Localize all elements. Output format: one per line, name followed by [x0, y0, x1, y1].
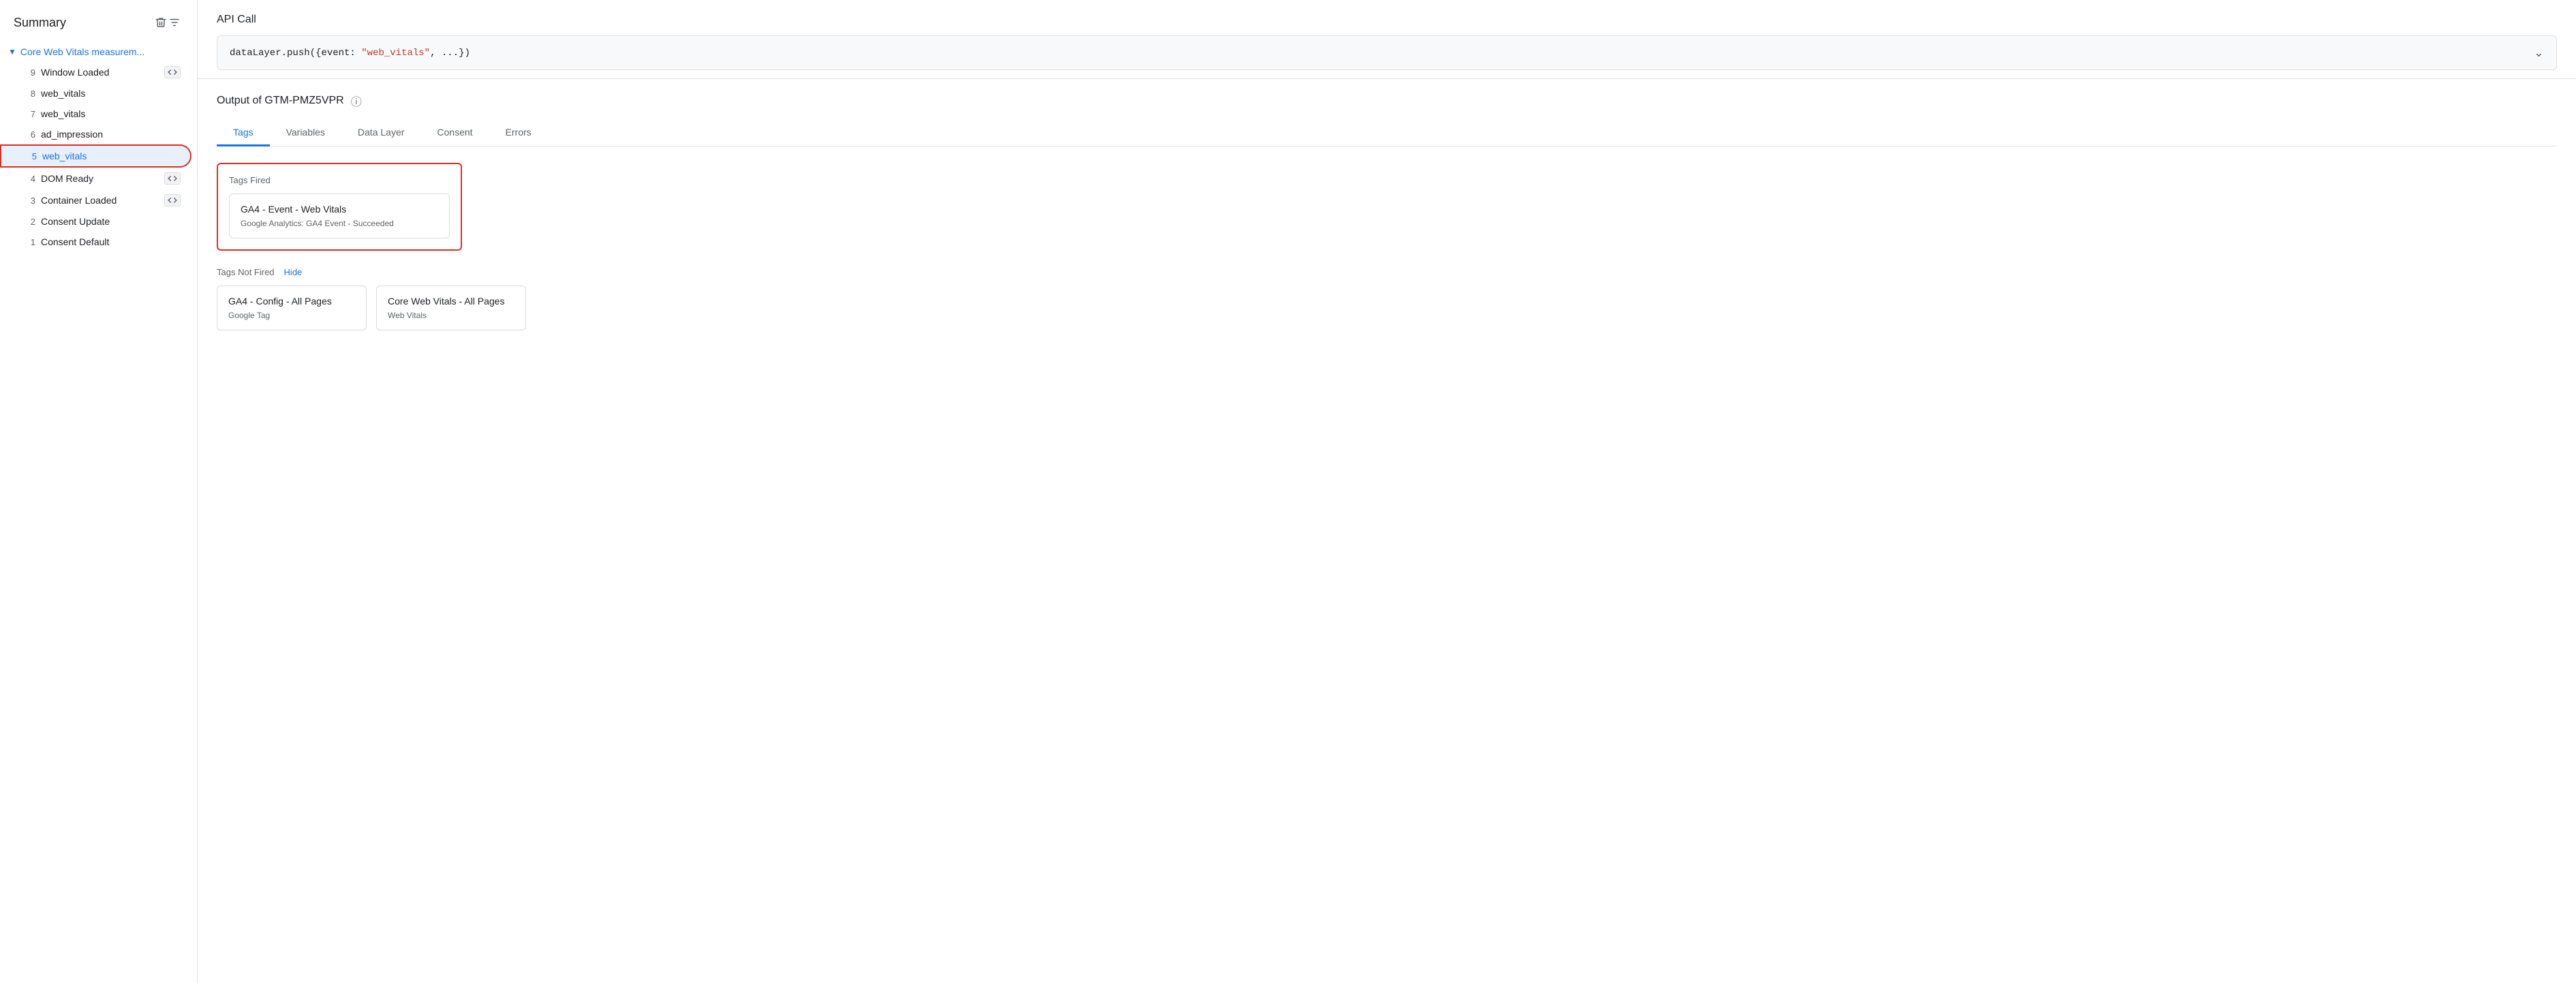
item-number-8: 8	[25, 89, 35, 99]
tag-not-fired-subtitle-1: Web Vitals	[388, 311, 515, 320]
tags-fired-card-title: GA4 - Event - Web Vitals	[241, 204, 438, 215]
clear-button[interactable]	[152, 14, 183, 31]
tags-content: Tags Fired GA4 - Event - Web Vitals Goog…	[217, 163, 2557, 330]
sidebar-item-3[interactable]: 3 Container Loaded	[0, 189, 191, 211]
output-title: Output of GTM-PMZ5VPR	[217, 95, 344, 107]
tab-variables[interactable]: Variables	[270, 120, 341, 146]
sidebar-group: ▼ Core Web Vitals measurem... 9 Window L…	[0, 40, 197, 258]
code-line: dataLayer.push({event: "web_vitals", ...…	[217, 35, 2557, 70]
item-label-6: ad_impression	[41, 129, 181, 140]
sidebar-item-1[interactable]: 1 Consent Default	[0, 232, 191, 252]
api-call-section: API Call dataLayer.push({event: "web_vit…	[198, 0, 2576, 79]
item-number-1: 1	[25, 237, 35, 247]
item-number-5: 5	[26, 151, 37, 161]
expand-icon[interactable]: ⌄	[2534, 46, 2544, 60]
tag-not-fired-subtitle-0: Google Tag	[228, 311, 355, 320]
info-icon[interactable]: ⓘ	[351, 93, 362, 109]
tag-not-fired-card-1[interactable]: Core Web Vitals - All Pages Web Vitals	[376, 285, 526, 330]
item-label-5: web_vitals	[42, 151, 179, 161]
tags-fired-section: Tags Fired GA4 - Event - Web Vitals Goog…	[217, 163, 462, 251]
code-icon	[168, 67, 177, 77]
sidebar-item-8[interactable]: 8 web_vitals	[0, 83, 191, 104]
api-call-title: API Call	[217, 14, 2557, 26]
item-label-2: Consent Update	[41, 216, 181, 227]
tags-not-fired-cards: GA4 - Config - All Pages Google Tag Core…	[217, 285, 2557, 330]
sidebar-title: Summary	[14, 16, 66, 30]
tags-not-fired-section: Tags Not Fired Hide GA4 - Config - All P…	[217, 267, 2557, 330]
filter-icon	[168, 16, 181, 29]
tab-errors[interactable]: Errors	[489, 120, 548, 146]
main-content: API Call dataLayer.push({event: "web_vit…	[198, 0, 2576, 983]
item-number-2: 2	[25, 217, 35, 227]
sidebar-item-9[interactable]: 9 Window Loaded	[0, 61, 191, 83]
code-icon	[168, 196, 177, 205]
tags-fired-label: Tags Fired	[229, 175, 450, 185]
code-icon	[168, 174, 177, 183]
sidebar: Summary ▼ Core Web Vitals measurem... 9	[0, 0, 198, 983]
tags-not-fired-label: Tags Not Fired	[217, 267, 275, 277]
item-number-7: 7	[25, 109, 35, 119]
item-label-9: Window Loaded	[41, 67, 159, 78]
code-badge-9	[164, 66, 181, 78]
sidebar-item-4[interactable]: 4 DOM Ready	[0, 168, 191, 189]
code-badge-4	[164, 172, 181, 185]
sidebar-item-2[interactable]: 2 Consent Update	[0, 211, 191, 232]
tag-not-fired-title-0: GA4 - Config - All Pages	[228, 296, 355, 307]
tab-data-layer[interactable]: Data Layer	[341, 120, 420, 146]
tag-not-fired-card-0[interactable]: GA4 - Config - All Pages Google Tag	[217, 285, 367, 330]
tab-tags[interactable]: Tags	[217, 120, 270, 146]
tags-not-fired-header: Tags Not Fired Hide	[217, 267, 2557, 277]
tabs: Tags Variables Data Layer Consent Errors	[217, 120, 2557, 146]
code-suffix: , ...})	[430, 48, 470, 59]
item-label-3: Container Loaded	[41, 195, 159, 206]
code-text: dataLayer.push({event: "web_vitals", ...…	[230, 48, 470, 59]
sidebar-group-header[interactable]: ▼ Core Web Vitals measurem...	[0, 42, 197, 61]
item-label-4: DOM Ready	[41, 173, 159, 184]
code-prefix: dataLayer.push({event:	[230, 48, 361, 59]
trash-icon	[155, 16, 167, 29]
sidebar-group-label: Core Web Vitals measurem...	[20, 46, 144, 57]
tags-fired-card-subtitle: Google Analytics: GA4 Event - Succeeded	[241, 219, 438, 228]
output-header: Output of GTM-PMZ5VPR ⓘ	[217, 93, 2557, 109]
sidebar-item-6[interactable]: 6 ad_impression	[0, 124, 191, 144]
sidebar-item-5[interactable]: 5 web_vitals	[0, 144, 191, 168]
code-string: "web_vitals"	[361, 48, 430, 59]
hide-link[interactable]: Hide	[284, 267, 303, 277]
tab-consent[interactable]: Consent	[420, 120, 489, 146]
code-badge-3	[164, 194, 181, 206]
chevron-icon: ▼	[8, 47, 16, 57]
item-number-4: 4	[25, 174, 35, 184]
item-label-7: web_vitals	[41, 108, 181, 119]
item-number-3: 3	[25, 196, 35, 206]
sidebar-item-7[interactable]: 7 web_vitals	[0, 104, 191, 124]
item-number-6: 6	[25, 129, 35, 140]
item-number-9: 9	[25, 67, 35, 78]
sidebar-header: Summary	[0, 0, 197, 40]
item-label-1: Consent Default	[41, 236, 181, 247]
item-label-8: web_vitals	[41, 88, 181, 99]
output-section: Output of GTM-PMZ5VPR ⓘ Tags Variables D…	[198, 79, 2576, 344]
tags-fired-card[interactable]: GA4 - Event - Web Vitals Google Analytic…	[229, 193, 450, 238]
tag-not-fired-title-1: Core Web Vitals - All Pages	[388, 296, 515, 307]
